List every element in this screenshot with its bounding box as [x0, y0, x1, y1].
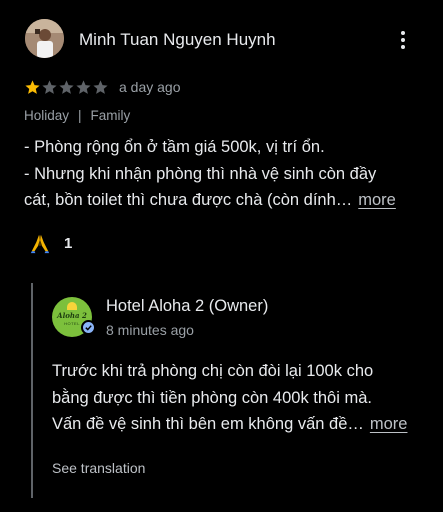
tag-separator: | [78, 108, 82, 123]
reply-more-link[interactable]: more [370, 415, 408, 433]
more-options-icon[interactable] [393, 28, 413, 52]
review-text: - Phòng rộng ổn ở tầm giá 500k, vị trí ổ… [24, 134, 429, 214]
reply-text-line: bằng được thì tiền phòng còn 400k thôi m… [52, 388, 372, 407]
reply-text-line: Trước khi trả phòng chị còn đòi lại 100k… [52, 362, 374, 380]
review-text-line: - Nhưng khi nhận phòng thì nhà vệ sinh c… [24, 164, 377, 183]
star-empty-icon [76, 79, 91, 94]
reaction-count: 1 [64, 234, 73, 252]
reply-text-line: Vấn đề vệ sinh thì bên em không vấn đề… m… [52, 415, 408, 433]
reaction-row[interactable]: 1 [29, 232, 72, 254]
review-text-line: cát, bồn toilet thì chưa được chà (còn d… [24, 191, 396, 209]
folded-hands-icon[interactable] [29, 232, 51, 254]
reply-text: Trước khi trả phòng chị còn đòi lại 100k… [52, 358, 432, 438]
star-empty-icon [42, 79, 57, 94]
review-text-line: - Phòng rộng ổn ở tầm giá 500k, vị trí ổ… [24, 138, 325, 156]
trip-type: Holiday [24, 108, 70, 123]
star-filled-icon [25, 79, 40, 94]
travel-group: Family [90, 108, 131, 123]
review-more-link[interactable]: more [358, 191, 396, 209]
star-empty-icon [59, 79, 74, 94]
verified-icon [81, 320, 96, 335]
reply-time: 8 minutes ago [106, 322, 194, 338]
reply-divider [31, 283, 33, 498]
trip-tags: Holiday | Family [24, 108, 130, 123]
star-rating [24, 79, 109, 96]
review-date: a day ago [119, 79, 181, 95]
rating-row: a day ago [24, 77, 181, 97]
reviewer-name[interactable]: Minh Tuan Nguyen Huynh [79, 30, 276, 50]
see-translation-link[interactable]: See translation [52, 460, 145, 476]
review-card: Minh Tuan Nguyen Huynh a day ago Holiday… [0, 0, 443, 512]
owner-name[interactable]: Hotel Aloha 2 (Owner) [106, 297, 268, 316]
owner-logo-text: Aloha 2 [57, 311, 87, 320]
reviewer-avatar[interactable] [25, 19, 64, 58]
logo-sun [67, 302, 77, 310]
star-empty-icon [93, 79, 108, 94]
